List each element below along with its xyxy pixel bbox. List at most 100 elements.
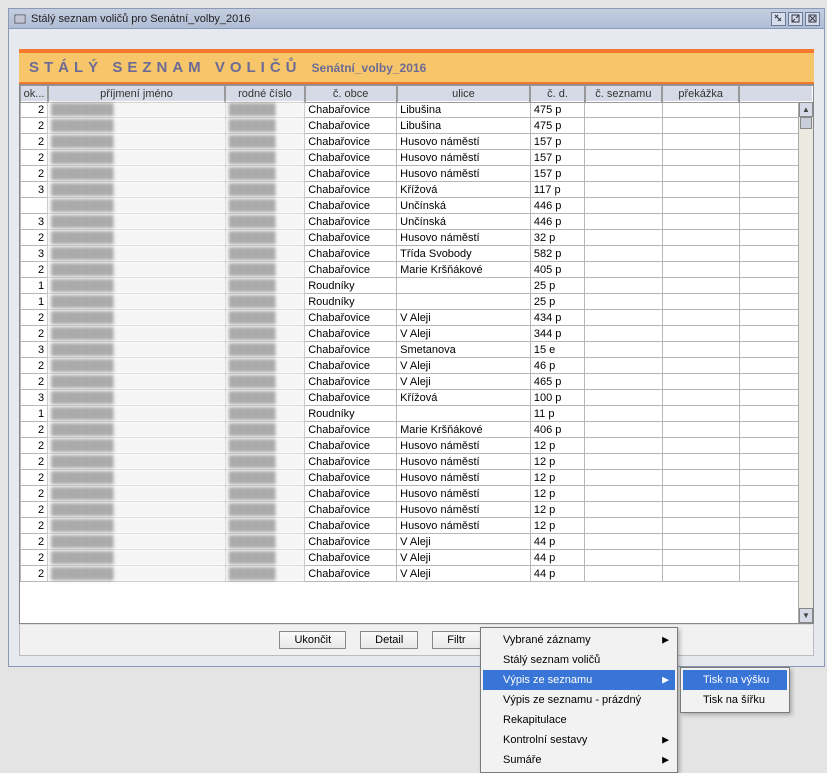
table-row[interactable]: 1██████████████Roudníky11 p <box>21 406 813 422</box>
table-row[interactable]: 3██████████████ChabařoviceSmetanova15 e <box>21 342 813 358</box>
table-row[interactable]: 2██████████████ChabařoviceHusovo náměstí… <box>21 454 813 470</box>
table-row[interactable]: 2██████████████ChabařoviceV Aleji44 p <box>21 566 813 582</box>
cell-rc: ██████ <box>225 214 304 230</box>
cell-rc: ██████ <box>225 246 304 262</box>
scroll-track[interactable] <box>799 117 813 608</box>
cell-rc: ██████ <box>225 486 304 502</box>
cell-ok: 3 <box>21 246 48 262</box>
table-row[interactable]: 2██████████████ChabařoviceMarie Kršňákov… <box>21 422 813 438</box>
cell-ulice: Libušina <box>397 102 531 118</box>
menu-item[interactable]: Vybrané záznamy▶ <box>483 630 675 650</box>
table-row[interactable]: 3██████████████ChabařoviceTřída Svobody5… <box>21 246 813 262</box>
col-obec[interactable]: č. obce <box>305 86 397 102</box>
col-rc[interactable]: rodné číslo <box>225 86 304 102</box>
menu-item[interactable]: Stálý seznam voličů <box>483 650 675 670</box>
scroll-up-button[interactable]: ▲ <box>799 102 813 117</box>
table-row[interactable]: 2██████████████ChabařoviceV Aleji44 p <box>21 534 813 550</box>
cell-name: ████████ <box>48 246 226 262</box>
cell-prekazka <box>662 198 739 214</box>
end-button[interactable]: Ukončit <box>279 631 346 649</box>
cell-cd: 157 p <box>530 166 584 182</box>
cell-seznam <box>585 486 662 502</box>
cell-ulice: Marie Kršňákové <box>397 422 531 438</box>
cell-prekazka <box>662 374 739 390</box>
close-button[interactable] <box>805 12 820 26</box>
menu-item[interactable]: Rekapitulace <box>483 710 675 730</box>
cell-ok: 2 <box>21 566 48 582</box>
table-row[interactable]: 2██████████████ChabařoviceHusovo náměstí… <box>21 166 813 182</box>
table-row[interactable]: 3██████████████ChabařoviceKřížová117 p <box>21 182 813 198</box>
col-ulice[interactable]: ulice <box>397 86 531 102</box>
menu-item[interactable]: Sumáře▶ <box>483 750 675 770</box>
cell-ulice <box>397 294 531 310</box>
cell-ok: 2 <box>21 534 48 550</box>
scroll-down-button[interactable]: ▼ <box>799 608 813 623</box>
cell-rc: ██████ <box>225 278 304 294</box>
chevron-right-icon: ▶ <box>662 635 669 646</box>
cell-obec: Chabařovice <box>305 374 397 390</box>
table-row[interactable]: 2██████████████ChabařoviceV Aleji465 p <box>21 374 813 390</box>
cell-name: ████████ <box>48 358 226 374</box>
cell-obec: Chabařovice <box>305 134 397 150</box>
scroll-thumb[interactable] <box>800 117 812 129</box>
cell-name: ████████ <box>48 310 226 326</box>
voter-table: ok... příjmení jméno rodné číslo č. obce… <box>20 85 813 582</box>
table-row[interactable]: 2██████████████ChabařoviceHusovo náměstí… <box>21 134 813 150</box>
cell-prekazka <box>662 342 739 358</box>
menu-item[interactable]: Výpis ze seznamu - prázdný <box>483 690 675 710</box>
cell-prekazka <box>662 118 739 134</box>
cell-ok: 2 <box>21 166 48 182</box>
cell-name: ████████ <box>48 214 226 230</box>
filter-button[interactable]: Filtr <box>432 631 480 649</box>
cell-prekazka <box>662 390 739 406</box>
cell-cd: 100 p <box>530 390 584 406</box>
cell-obec: Chabařovice <box>305 390 397 406</box>
table-row[interactable]: 2██████████████ChabařoviceHusovo náměstí… <box>21 518 813 534</box>
cell-prekazka <box>662 518 739 534</box>
table-row[interactable]: 2██████████████ChabařoviceMarie Kršňákov… <box>21 262 813 278</box>
submenu-item[interactable]: Tisk na výšku <box>683 670 787 690</box>
table-row[interactable]: 3██████████████ChabařoviceUnčínská446 p <box>21 214 813 230</box>
table-row[interactable]: 2██████████████ChabařoviceV Aleji344 p <box>21 326 813 342</box>
col-prekazka[interactable]: překážka <box>662 86 739 102</box>
titlebar[interactable]: Stálý seznam voličů pro Senátní_volby_20… <box>9 9 824 29</box>
table-row[interactable]: 2██████████████ChabařoviceHusovo náměstí… <box>21 230 813 246</box>
table-row[interactable]: 2██████████████ChabařoviceLibušina475 p <box>21 118 813 134</box>
menu-item[interactable]: Kontrolní sestavy▶ <box>483 730 675 750</box>
cell-ok: 3 <box>21 342 48 358</box>
table-row[interactable]: 2██████████████ChabařoviceHusovo náměstí… <box>21 470 813 486</box>
col-seznam[interactable]: č. seznamu <box>585 86 662 102</box>
table-row[interactable]: 1██████████████Roudníky25 p <box>21 294 813 310</box>
vertical-scrollbar[interactable]: ▲ ▼ <box>798 102 813 623</box>
col-ok[interactable]: ok... <box>21 86 48 102</box>
col-cd[interactable]: č. d. <box>530 86 584 102</box>
table-row[interactable]: 2██████████████ChabařoviceLibušina475 p <box>21 102 813 118</box>
table-row[interactable]: ██████████████ChabařoviceUnčínská446 p <box>21 198 813 214</box>
col-name[interactable]: příjmení jméno <box>48 86 226 102</box>
cell-ulice: V Aleji <box>397 550 531 566</box>
cell-ulice: V Aleji <box>397 326 531 342</box>
button-bar: Ukončit Detail Filtr Tisk... <box>19 624 814 656</box>
cell-name: ████████ <box>48 406 226 422</box>
cell-prekazka <box>662 534 739 550</box>
cell-ulice: Husovo náměstí <box>397 166 531 182</box>
menu-item[interactable]: Výpis ze seznamu▶ <box>483 670 675 690</box>
minimize-button[interactable] <box>771 12 786 26</box>
table-row[interactable]: 2██████████████ChabařoviceHusovo náměstí… <box>21 502 813 518</box>
table-row[interactable]: 3██████████████ChabařoviceKřížová100 p <box>21 390 813 406</box>
maximize-button[interactable] <box>788 12 803 26</box>
cell-rc: ██████ <box>225 182 304 198</box>
table-row[interactable]: 2██████████████ChabařoviceV Aleji434 p <box>21 310 813 326</box>
detail-button[interactable]: Detail <box>360 631 418 649</box>
table-row[interactable]: 2██████████████ChabařoviceHusovo náměstí… <box>21 438 813 454</box>
table-row[interactable]: 2██████████████ChabařoviceV Aleji46 p <box>21 358 813 374</box>
table-row[interactable]: 2██████████████ChabařoviceHusovo náměstí… <box>21 150 813 166</box>
submenu-item[interactable]: Tisk na šířku <box>683 690 787 710</box>
table-row[interactable]: 2██████████████ChabařoviceV Aleji44 p <box>21 550 813 566</box>
table-row[interactable]: 2██████████████ChabařoviceHusovo náměstí… <box>21 486 813 502</box>
cell-ulice <box>397 406 531 422</box>
chevron-right-icon: ▶ <box>662 755 669 766</box>
cell-name: ████████ <box>48 438 226 454</box>
table-row[interactable]: 1██████████████Roudníky25 p <box>21 278 813 294</box>
cell-rc: ██████ <box>225 518 304 534</box>
